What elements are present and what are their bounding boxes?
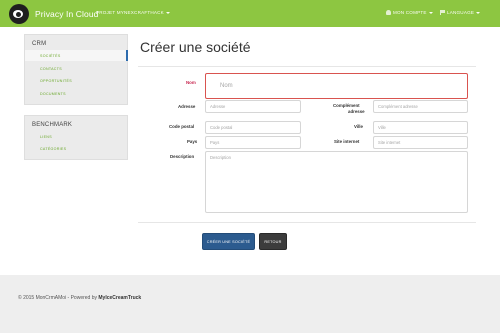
sidebar-crm-panel: CRM SOCIÉTÉS CONTACTS OPPORTUNITÉS DOCUM… — [24, 34, 128, 105]
complement-label: Complément — [333, 103, 360, 108]
pays-input[interactable]: Pays — [205, 136, 301, 149]
code-postal-input[interactable]: Code postal — [205, 121, 301, 134]
footer: © 2015 MonCrmAMoi - Powered by MyIceCrea… — [0, 275, 500, 333]
code-postal-label: Code postal — [169, 124, 195, 129]
description-textarea[interactable]: Description — [205, 151, 468, 213]
chevron-down-icon — [476, 11, 481, 14]
back-button[interactable]: RETOUR — [259, 233, 287, 250]
sidebar-item-documents[interactable]: DOCUMENTS — [40, 92, 66, 96]
adresse-input[interactable]: Adresse — [205, 100, 301, 113]
sidebar-item-categories[interactable]: CATÉGORIES — [40, 147, 66, 151]
chevron-down-icon — [165, 11, 170, 14]
footer-copyright: © 2015 MonCrmAMoi - Powered by — [18, 295, 97, 301]
account-dropdown-label: MON COMPTE — [393, 10, 427, 15]
pays-label: Pays — [187, 139, 198, 144]
sidebar-crm-title: CRM — [32, 41, 47, 47]
sidebar-item-contacts[interactable]: CONTACTS — [40, 67, 62, 71]
footer-text: © 2015 MonCrmAMoi - Powered by MyIceCrea… — [18, 295, 141, 301]
sidebar-benchmark-panel: BENCHMARK LIENS CATÉGORIES — [24, 115, 128, 160]
form-divider — [138, 222, 476, 223]
complement-label-line1: Complément — [333, 103, 360, 108]
brand-name: Privacy In Cloud — [35, 8, 99, 19]
project-dropdown-label: PROJET MYNEXCRAFTHACK — [96, 10, 164, 15]
adresse-label: Adresse — [178, 104, 196, 109]
site-internet-label: Site internet — [334, 139, 360, 144]
brand[interactable]: Privacy In Cloud — [9, 3, 99, 24]
complement-input[interactable]: Complément adresse — [373, 100, 468, 113]
page-title: Créer une société — [140, 39, 251, 55]
flag-icon — [440, 10, 445, 16]
site-internet-input[interactable]: Site internet — [373, 136, 468, 149]
chevron-down-icon — [428, 11, 433, 14]
complement-label-line2: adresse — [348, 109, 365, 114]
sidebar-item-liens[interactable]: LIENS — [40, 135, 52, 139]
description-label: Description — [170, 154, 195, 159]
sidebar-benchmark-title: BENCHMARK — [32, 122, 73, 128]
top-navbar: Privacy In Cloud PROJET MYNEXCRAFTHACK M… — [0, 0, 500, 27]
title-divider — [138, 66, 476, 67]
nom-label: Nom — [186, 80, 196, 85]
eye-logo-icon — [9, 3, 29, 24]
nom-input[interactable]: Nom — [205, 73, 468, 99]
ville-label: Ville — [354, 124, 363, 129]
sidebar-item-opportunites[interactable]: OPPORTUNITÉS — [40, 79, 72, 83]
user-icon — [386, 10, 391, 16]
language-dropdown[interactable]: LANGUAGE — [440, 10, 481, 16]
account-dropdown[interactable]: MON COMPTE — [386, 10, 433, 16]
footer-powered-by-link[interactable]: MyIceCreamTruck — [98, 295, 141, 301]
ville-input[interactable]: Ville — [373, 121, 468, 134]
language-dropdown-label: LANGUAGE — [447, 10, 475, 15]
sidebar-item-societes[interactable]: SOCIÉTÉS — [40, 54, 61, 58]
create-company-button[interactable]: CRÉER UNE SOCIÉTÉ — [202, 233, 255, 250]
project-dropdown[interactable]: PROJET MYNEXCRAFTHACK — [96, 10, 170, 15]
